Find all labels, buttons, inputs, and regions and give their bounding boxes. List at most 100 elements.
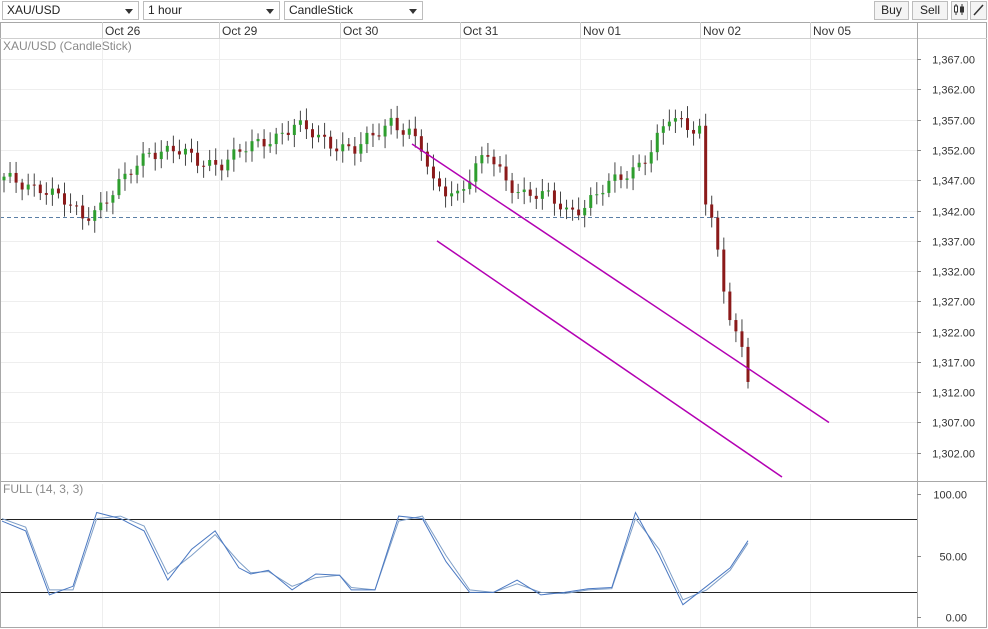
candle-up — [565, 207, 569, 210]
price-tick-label: 1,352.00 — [932, 146, 975, 158]
candle-down — [44, 193, 48, 195]
candle-up — [667, 121, 671, 127]
candle-down — [740, 331, 744, 347]
candle-down — [286, 132, 290, 135]
candle-down — [643, 162, 647, 164]
candle-down — [347, 144, 351, 147]
candle-down — [56, 188, 60, 194]
candle-down — [62, 193, 66, 205]
candle-up — [226, 159, 230, 171]
candle-down — [353, 146, 357, 154]
candle-down — [304, 120, 308, 130]
candle-up — [2, 176, 6, 181]
stoch-tick-label: 100.00 — [933, 490, 967, 502]
candle-up — [317, 134, 321, 138]
candle-down — [32, 184, 36, 186]
price-tick-label: 1,317.00 — [932, 358, 975, 370]
xauusd-chart[interactable]: XAU/USD (CandleStick) FULL (14, 3, 3) Oc… — [0, 0, 988, 629]
candle-down — [129, 173, 133, 175]
candle-down — [716, 217, 720, 250]
price-tick-label: 1,312.00 — [932, 388, 975, 400]
candle-up — [93, 210, 97, 221]
date-label: Oct 31 — [463, 24, 499, 38]
date-label: Nov 01 — [583, 24, 621, 38]
candle-down — [262, 138, 266, 147]
candle-down — [377, 135, 381, 137]
candle-up — [111, 195, 115, 203]
candle-up — [123, 173, 127, 180]
stoch-tick-label: 50.00 — [939, 552, 967, 564]
candle-down — [323, 134, 327, 137]
candle-down — [704, 125, 708, 205]
candle-down — [431, 166, 435, 179]
candle-down — [214, 160, 218, 165]
candle-down — [81, 205, 85, 219]
candle-up — [540, 191, 544, 199]
candle-down — [728, 291, 732, 321]
date-label: Oct 30 — [343, 24, 379, 38]
candle-up — [159, 151, 163, 160]
candle-up — [183, 148, 187, 155]
candle-down — [486, 155, 490, 157]
candle-up — [607, 180, 611, 193]
candle-down — [710, 204, 714, 218]
candle-down — [510, 180, 514, 193]
candle-up — [462, 189, 466, 191]
candle-down — [577, 209, 581, 216]
candle-down — [177, 151, 181, 155]
candle-up — [673, 118, 677, 122]
candle-up — [589, 195, 593, 208]
candle-up — [268, 144, 272, 147]
candle-down — [371, 132, 375, 136]
candle-down — [171, 145, 175, 152]
candle-up — [256, 138, 260, 142]
candle-up — [450, 193, 454, 197]
candle-up — [341, 144, 345, 152]
candle-down — [552, 190, 556, 204]
candle-up — [141, 153, 145, 166]
candle-up — [292, 124, 296, 135]
candle-down — [20, 182, 24, 190]
price-tick-label: 1,342.00 — [932, 207, 975, 219]
price-tick-label: 1,302.00 — [932, 449, 975, 461]
candle-up — [135, 165, 139, 175]
candle-down — [238, 149, 242, 152]
candle-up — [583, 207, 587, 216]
date-label: Oct 29 — [222, 24, 258, 38]
price-tick-label: 1,347.00 — [932, 176, 975, 188]
candle-up — [117, 179, 121, 196]
stochastic-panel: FULL (14, 3, 3) — [0, 482, 917, 627]
candle-down — [444, 186, 448, 197]
price-tick-label: 1,307.00 — [932, 418, 975, 430]
candle-down — [14, 172, 18, 183]
candle-down — [153, 152, 157, 160]
candle-down — [310, 129, 314, 138]
stoch-overlay-label: FULL (14, 3, 3) — [3, 482, 83, 496]
date-label: Nov 05 — [813, 24, 851, 38]
candle-up — [26, 184, 30, 190]
candle-up — [274, 133, 278, 145]
price-tick-label: 1,337.00 — [932, 237, 975, 249]
candle-down — [571, 207, 575, 210]
candle-up — [244, 151, 248, 153]
candle-down — [413, 128, 417, 137]
candle-up — [698, 125, 702, 134]
candle-up — [655, 132, 659, 153]
candle-down — [196, 152, 200, 166]
candle-down — [692, 129, 696, 134]
candle-up — [8, 172, 12, 177]
candle-down — [498, 164, 502, 167]
price-tick-label: 1,332.00 — [932, 267, 975, 279]
candle-up — [595, 194, 599, 196]
candle-down — [75, 205, 79, 207]
date-label: Nov 02 — [703, 24, 741, 38]
stoch-tick-label: 0.00 — [946, 613, 967, 625]
candle-down — [220, 164, 224, 171]
candle-up — [522, 189, 526, 193]
candle-down — [492, 156, 496, 165]
candle-up — [613, 174, 617, 181]
price-tick-label: 1,367.00 — [932, 55, 975, 67]
candle-up — [383, 125, 387, 137]
candle-up — [649, 152, 653, 164]
price-tick-label: 1,357.00 — [932, 116, 975, 128]
